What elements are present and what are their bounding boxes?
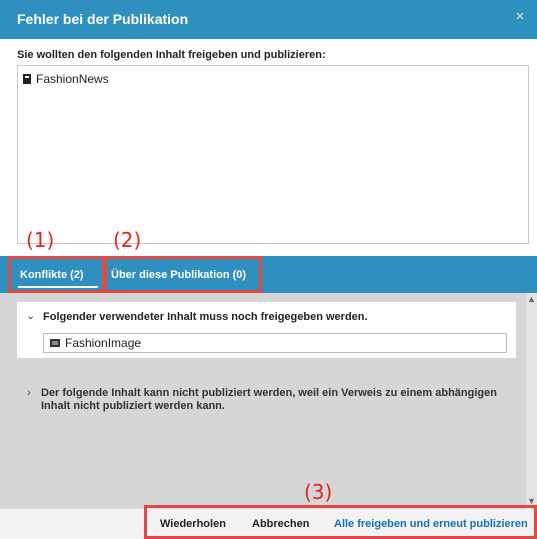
section-title[interactable]: Folgender verwendeter Inhalt muss noch f… (43, 311, 368, 323)
conflicts-panel: ⌄ Folgender verwendeter Inhalt muss noch… (0, 293, 537, 509)
annotation-label-3: (3) (304, 480, 333, 504)
document-icon (23, 74, 31, 84)
scrollbar[interactable]: ▲ ▼ (526, 293, 537, 509)
scroll-up-icon[interactable]: ▲ (526, 294, 537, 304)
conflict-item-label: FashionImage (65, 336, 142, 350)
conflict-section-1: ⌄ Folgender verwendeter Inhalt muss noch… (17, 302, 516, 358)
conflict-item[interactable]: FashionImage (43, 333, 507, 353)
list-item-label: FashionNews (36, 72, 109, 86)
conflict-section-2-title[interactable]: Der folgende Inhalt kann nicht publizier… (41, 387, 507, 413)
content-list: FashionNews (17, 65, 529, 244)
close-icon[interactable]: × (512, 9, 528, 25)
annotation-box-3 (144, 505, 537, 539)
publish-prompt: Sie wollten den folgenden Inhalt freigeb… (17, 49, 326, 61)
chevron-right-icon[interactable]: › (27, 387, 31, 399)
dialog-titlebar: Fehler bei der Publikation × (0, 0, 537, 39)
image-icon (50, 339, 60, 347)
list-item[interactable]: FashionNews (23, 72, 109, 86)
dialog-title: Fehler bei der Publikation (17, 11, 189, 27)
annotation-box-1 (8, 256, 105, 293)
annotation-label-2: (2) (113, 228, 142, 252)
annotation-box-2 (104, 256, 262, 293)
chevron-down-icon[interactable]: ⌄ (26, 309, 35, 322)
annotation-label-1: (1) (26, 228, 55, 252)
